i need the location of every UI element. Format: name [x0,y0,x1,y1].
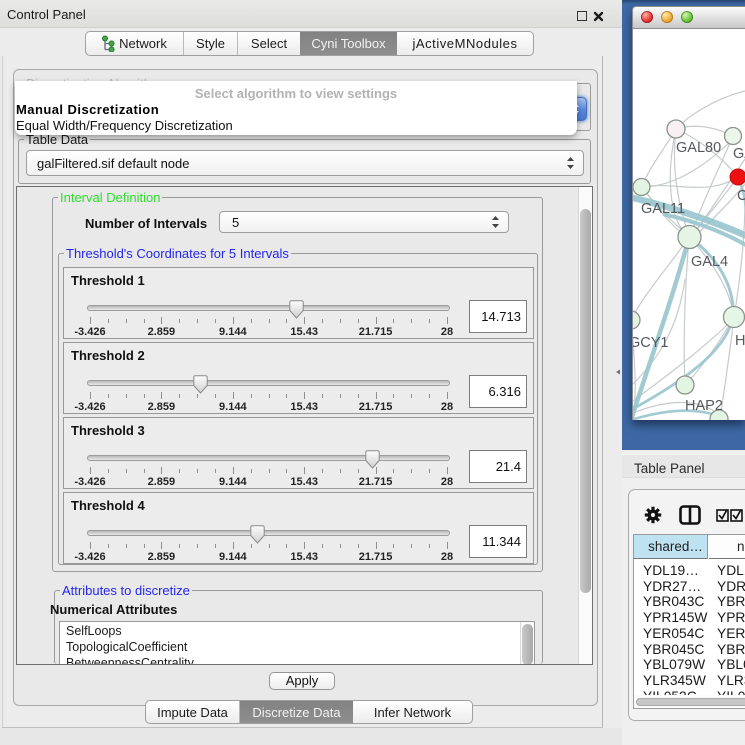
svg-text:GAL80: GAL80 [676,140,721,156]
svg-text:C: C [737,188,745,204]
svg-text:GAL4: GAL4 [691,254,728,270]
svg-text:GAL11: GAL11 [641,201,685,217]
svg-text:HAP2: HAP2 [685,398,723,414]
svg-text:GA: GA [733,146,745,162]
svg-text:GCY1: GCY1 [633,335,669,351]
svg-text:H: H [735,333,745,349]
